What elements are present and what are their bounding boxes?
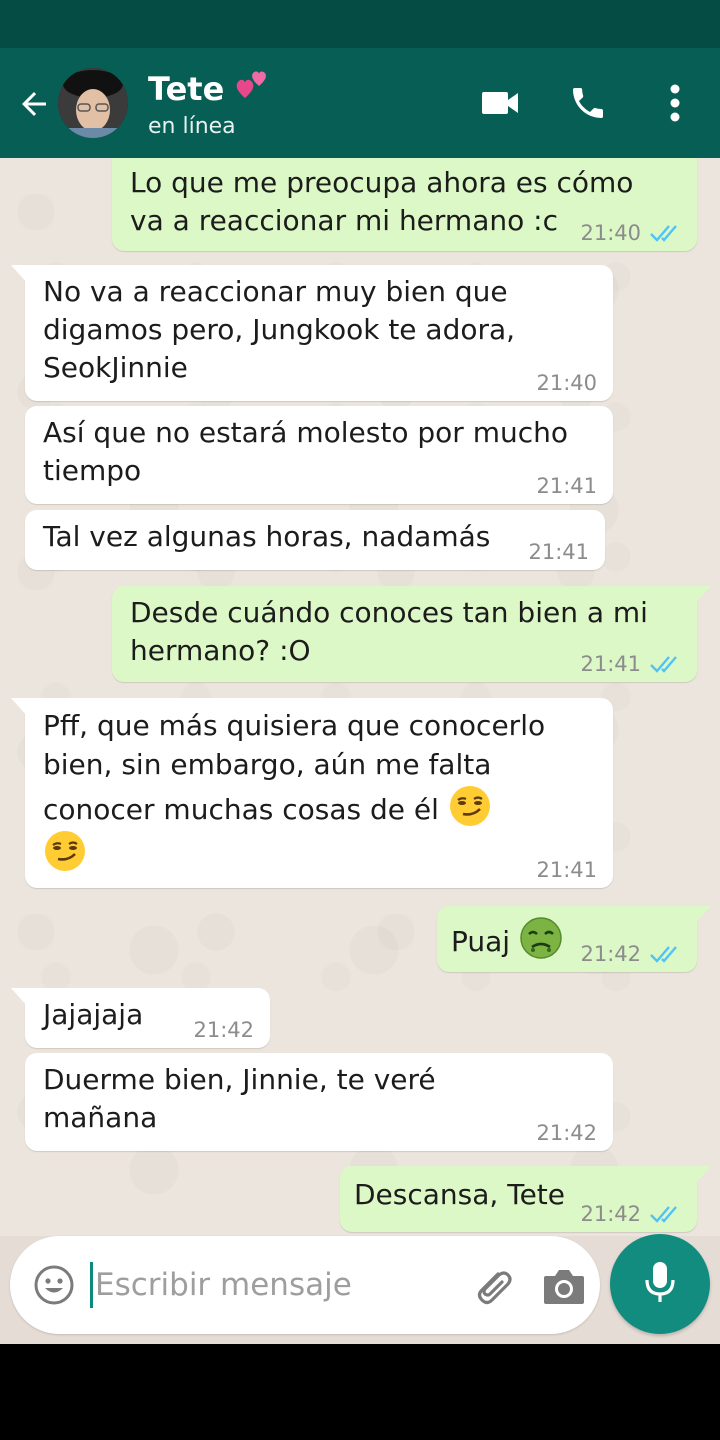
message-time: 21:41 <box>528 540 589 564</box>
message-meta: 21:41 <box>536 474 597 498</box>
message-input[interactable] <box>90 1262 450 1308</box>
message-text-body: Puaj <box>451 925 511 958</box>
message-meta: 21:40 <box>536 371 597 395</box>
message-time: 21:40 <box>580 221 641 245</box>
mic-button[interactable] <box>610 1234 710 1334</box>
contact-avatar[interactable] <box>58 68 128 138</box>
message-time: 21:41 <box>580 652 641 676</box>
contact-name[interactable]: Tete <box>148 68 271 108</box>
message-bubble-outgoing[interactable]: Lo que me preocupa ahora es cómo va a re… <box>112 158 697 251</box>
chat-header: Tete en línea <box>0 48 720 158</box>
message-time: 21:40 <box>536 371 597 395</box>
message-meta: 21:42 <box>193 1018 254 1042</box>
message-meta: 21:42 <box>580 942 681 966</box>
message-bubble-incoming[interactable]: Jajajaja 21:42 <box>11 988 270 1048</box>
message-composer <box>10 1236 600 1334</box>
message-list[interactable]: Lo que me preocupa ahora es cómo va a re… <box>0 158 720 1236</box>
contact-name-text: Tete <box>148 70 225 108</box>
message-bubble-outgoing[interactable]: Desde cuándo conoces tan bien a mi herma… <box>112 586 711 682</box>
contact-status: en línea <box>148 114 236 139</box>
message-time: 21:42 <box>580 942 641 966</box>
message-meta: 21:41 <box>536 858 597 882</box>
emoji-icon[interactable] <box>32 1263 76 1307</box>
video-call-icon[interactable] <box>475 78 525 128</box>
smirking-face-icon <box>448 784 492 828</box>
attach-icon[interactable] <box>468 1262 516 1310</box>
message-text: Duerme bien, Jinnie, te veré mañana <box>43 1063 436 1134</box>
message-meta: 21:42 <box>536 1121 597 1145</box>
message-text: No va a reaccionar muy bien que digamos … <box>43 275 516 384</box>
message-bubble-incoming[interactable]: Duerme bien, Jinnie, te veré mañana 21:4… <box>25 1053 613 1151</box>
read-ticks-icon <box>649 223 681 243</box>
read-ticks-icon <box>649 944 681 964</box>
message-time: 21:42 <box>580 1202 641 1226</box>
nauseated-face-icon <box>519 916 563 960</box>
message-bubble-incoming[interactable]: Pff, que más quisiera que conocerlo bien… <box>11 698 613 888</box>
message-bubble-outgoing[interactable]: Descansa, Tete 21:42 <box>340 1166 711 1232</box>
message-time: 21:41 <box>536 474 597 498</box>
message-meta: 21:42 <box>580 1202 681 1226</box>
message-bubble-incoming[interactable]: Así que no estará molesto por mucho tiem… <box>25 406 613 504</box>
message-time: 21:41 <box>536 858 597 882</box>
smirking-face-icon <box>43 829 87 873</box>
message-text: Pff, que más quisiera que conocerlo bien… <box>43 706 595 874</box>
status-bar <box>0 0 720 48</box>
message-bubble-incoming[interactable]: Tal vez algunas horas, nadamás 21:41 <box>25 510 605 570</box>
mic-icon <box>640 1258 680 1310</box>
back-arrow-icon[interactable] <box>14 84 54 124</box>
message-meta: 21:40 <box>580 221 681 245</box>
read-ticks-icon <box>649 1204 681 1224</box>
camera-icon[interactable] <box>540 1264 588 1308</box>
read-ticks-icon <box>649 654 681 674</box>
two-hearts-icon <box>235 70 271 108</box>
message-time: 21:42 <box>536 1121 597 1145</box>
message-text: Tal vez algunas horas, nadamás <box>43 520 491 553</box>
message-meta: 21:41 <box>580 652 681 676</box>
message-text: Así que no estará molesto por mucho tiem… <box>43 416 568 487</box>
message-meta: 21:41 <box>528 540 589 564</box>
message-time: 21:42 <box>193 1018 254 1042</box>
system-navigation-bar <box>0 1344 720 1440</box>
message-bubble-incoming[interactable]: No va a reaccionar muy bien que digamos … <box>11 265 613 401</box>
voice-call-icon[interactable] <box>563 78 613 128</box>
more-options-icon[interactable] <box>650 78 700 128</box>
message-bubble-outgoing[interactable]: Puaj 21:42 <box>437 906 711 972</box>
